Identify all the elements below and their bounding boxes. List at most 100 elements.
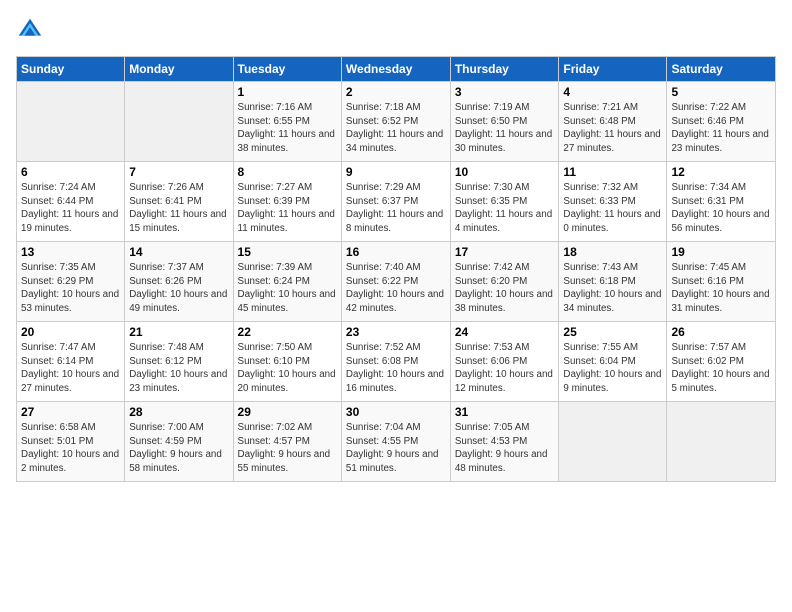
day-info: Sunrise: 7:18 AM Sunset: 6:52 PM Dayligh… (346, 101, 446, 156)
calendar-cell: 16Sunrise: 7:40 AM Sunset: 6:22 PM Dayli… (341, 242, 450, 322)
day-number: 2 (346, 85, 446, 99)
calendar-cell: 14 Sunrise: 7:37 AM Sunset: 6:26 PM Dayli… (125, 242, 233, 322)
calendar-cell: 8 Sunrise: 7:27 AM Sunset: 6:39 PM Daylig… (233, 162, 341, 242)
calendar-cell: 19 Sunrise: 7:45 AM Sunset: 6:16 PM Dayli… (667, 242, 776, 322)
calendar-cell: 1Sunrise: 7:16 AM Sunset: 6:55 PM Daylig… (233, 82, 341, 162)
calendar-cell: 9 Sunrise: 7:29 AM Sunset: 6:37 PM Daylig… (341, 162, 450, 242)
day-number: 8 (238, 165, 337, 179)
day-number: 31 (455, 405, 555, 419)
weekday-header-thursday: Thursday (450, 57, 559, 82)
day-info: Sunrise: 7:22 AM Sunset: 6:46 PM Dayligh… (671, 101, 771, 156)
day-info: Sunrise: 7:04 AM Sunset: 4:55 PM Dayligh… (346, 421, 446, 476)
week-row-3: 13Sunrise: 7:35 AM Sunset: 6:29 PM Dayli… (17, 242, 776, 322)
calendar-cell: 10 Sunrise: 7:30 AM Sunset: 6:35 PM Dayli… (450, 162, 559, 242)
day-info: Sunrise: 7:53 AM Sunset: 6:06 PM Dayligh… (455, 341, 555, 396)
week-row-5: 27Sunrise: 6:58 AM Sunset: 5:01 PM Dayli… (17, 402, 776, 482)
weekday-header-row: SundayMondayTuesdayWednesdayThursdayFrid… (17, 57, 776, 82)
day-info: Sunrise: 7:32 AM Sunset: 6:33 PM Dayligh… (563, 181, 662, 236)
day-info: Sunrise: 6:58 AM Sunset: 5:01 PM Dayligh… (21, 421, 120, 476)
day-number: 15 (238, 245, 337, 259)
calendar-cell: 22 Sunrise: 7:50 AM Sunset: 6:10 PM Dayli… (233, 322, 341, 402)
weekday-header-tuesday: Tuesday (233, 57, 341, 82)
day-info: Sunrise: 7:50 AM Sunset: 6:10 PM Dayligh… (238, 341, 337, 396)
day-info: Sunrise: 7:27 AM Sunset: 6:39 PM Dayligh… (238, 181, 337, 236)
day-number: 9 (346, 165, 446, 179)
day-number: 19 (671, 245, 771, 259)
calendar-cell: 5 Sunrise: 7:22 AM Sunset: 6:46 PM Daylig… (667, 82, 776, 162)
day-info: Sunrise: 7:05 AM Sunset: 4:53 PM Dayligh… (455, 421, 555, 476)
calendar-cell: 6 Sunrise: 7:24 AM Sunset: 6:44 PM Daylig… (17, 162, 125, 242)
day-info: Sunrise: 7:42 AM Sunset: 6:20 PM Dayligh… (455, 261, 555, 316)
week-row-1: 1Sunrise: 7:16 AM Sunset: 6:55 PM Daylig… (17, 82, 776, 162)
calendar-cell (125, 82, 233, 162)
day-number: 4 (563, 85, 662, 99)
day-number: 11 (563, 165, 662, 179)
day-info: Sunrise: 7:29 AM Sunset: 6:37 PM Dayligh… (346, 181, 446, 236)
day-info: Sunrise: 7:57 AM Sunset: 6:02 PM Dayligh… (671, 341, 771, 396)
weekday-header-friday: Friday (559, 57, 667, 82)
day-number: 17 (455, 245, 555, 259)
day-number: 28 (129, 405, 228, 419)
calendar-cell: 18Sunrise: 7:43 AM Sunset: 6:18 PM Dayli… (559, 242, 667, 322)
calendar-cell: 24 Sunrise: 7:53 AM Sunset: 6:06 PM Dayli… (450, 322, 559, 402)
day-number: 10 (455, 165, 555, 179)
day-number: 29 (238, 405, 337, 419)
calendar-cell: 7Sunrise: 7:26 AM Sunset: 6:41 PM Daylig… (125, 162, 233, 242)
calendar-container: SundayMondayTuesdayWednesdayThursdayFrid… (0, 0, 792, 490)
day-info: Sunrise: 7:30 AM Sunset: 6:35 PM Dayligh… (455, 181, 555, 236)
day-number: 20 (21, 325, 120, 339)
day-info: Sunrise: 7:43 AM Sunset: 6:18 PM Dayligh… (563, 261, 662, 316)
day-number: 23 (346, 325, 446, 339)
day-info: Sunrise: 7:34 AM Sunset: 6:31 PM Dayligh… (671, 181, 771, 236)
weekday-header-monday: Monday (125, 57, 233, 82)
logo-icon (16, 16, 44, 44)
logo (16, 16, 48, 44)
calendar-cell: 21Sunrise: 7:48 AM Sunset: 6:12 PM Dayli… (125, 322, 233, 402)
day-info: Sunrise: 7:26 AM Sunset: 6:41 PM Dayligh… (129, 181, 228, 236)
header (16, 16, 776, 44)
day-number: 24 (455, 325, 555, 339)
calendar-cell: 4Sunrise: 7:21 AM Sunset: 6:48 PM Daylig… (559, 82, 667, 162)
week-row-4: 20Sunrise: 7:47 AM Sunset: 6:14 PM Dayli… (17, 322, 776, 402)
week-row-2: 6 Sunrise: 7:24 AM Sunset: 6:44 PM Daylig… (17, 162, 776, 242)
day-info: Sunrise: 7:37 AM Sunset: 6:26 PM Dayligh… (129, 261, 228, 316)
day-number: 6 (21, 165, 120, 179)
day-info: Sunrise: 7:45 AM Sunset: 6:16 PM Dayligh… (671, 261, 771, 316)
calendar-cell (667, 402, 776, 482)
day-info: Sunrise: 7:19 AM Sunset: 6:50 PM Dayligh… (455, 101, 555, 156)
day-info: Sunrise: 7:52 AM Sunset: 6:08 PM Dayligh… (346, 341, 446, 396)
calendar-cell: 26 Sunrise: 7:57 AM Sunset: 6:02 PM Dayli… (667, 322, 776, 402)
calendar-cell: 2 Sunrise: 7:18 AM Sunset: 6:52 PM Daylig… (341, 82, 450, 162)
calendar-cell: 13Sunrise: 7:35 AM Sunset: 6:29 PM Dayli… (17, 242, 125, 322)
day-info: Sunrise: 7:02 AM Sunset: 4:57 PM Dayligh… (238, 421, 337, 476)
day-info: Sunrise: 7:40 AM Sunset: 6:22 PM Dayligh… (346, 261, 446, 316)
day-number: 5 (671, 85, 771, 99)
weekday-header-sunday: Sunday (17, 57, 125, 82)
day-number: 26 (671, 325, 771, 339)
calendar-cell: 30 Sunrise: 7:04 AM Sunset: 4:55 PM Dayli… (341, 402, 450, 482)
day-info: Sunrise: 7:55 AM Sunset: 6:04 PM Dayligh… (563, 341, 662, 396)
calendar-table: SundayMondayTuesdayWednesdayThursdayFrid… (16, 56, 776, 482)
calendar-cell: 28Sunrise: 7:00 AM Sunset: 4:59 PM Dayli… (125, 402, 233, 482)
calendar-cell: 11 Sunrise: 7:32 AM Sunset: 6:33 PM Dayli… (559, 162, 667, 242)
calendar-cell: 15 Sunrise: 7:39 AM Sunset: 6:24 PM Dayli… (233, 242, 341, 322)
day-number: 3 (455, 85, 555, 99)
day-info: Sunrise: 7:39 AM Sunset: 6:24 PM Dayligh… (238, 261, 337, 316)
day-number: 14 (129, 245, 228, 259)
weekday-header-wednesday: Wednesday (341, 57, 450, 82)
day-number: 12 (671, 165, 771, 179)
calendar-cell: 29 Sunrise: 7:02 AM Sunset: 4:57 PM Dayli… (233, 402, 341, 482)
calendar-cell: 20Sunrise: 7:47 AM Sunset: 6:14 PM Dayli… (17, 322, 125, 402)
calendar-cell: 23 Sunrise: 7:52 AM Sunset: 6:08 PM Dayli… (341, 322, 450, 402)
calendar-cell (559, 402, 667, 482)
day-info: Sunrise: 7:16 AM Sunset: 6:55 PM Dayligh… (238, 101, 337, 156)
weekday-header-saturday: Saturday (667, 57, 776, 82)
calendar-cell: 3 Sunrise: 7:19 AM Sunset: 6:50 PM Daylig… (450, 82, 559, 162)
day-info: Sunrise: 7:24 AM Sunset: 6:44 PM Dayligh… (21, 181, 120, 236)
day-number: 22 (238, 325, 337, 339)
day-number: 13 (21, 245, 120, 259)
day-info: Sunrise: 7:48 AM Sunset: 6:12 PM Dayligh… (129, 341, 228, 396)
calendar-cell: 25Sunrise: 7:55 AM Sunset: 6:04 PM Dayli… (559, 322, 667, 402)
calendar-cell (17, 82, 125, 162)
day-number: 30 (346, 405, 446, 419)
